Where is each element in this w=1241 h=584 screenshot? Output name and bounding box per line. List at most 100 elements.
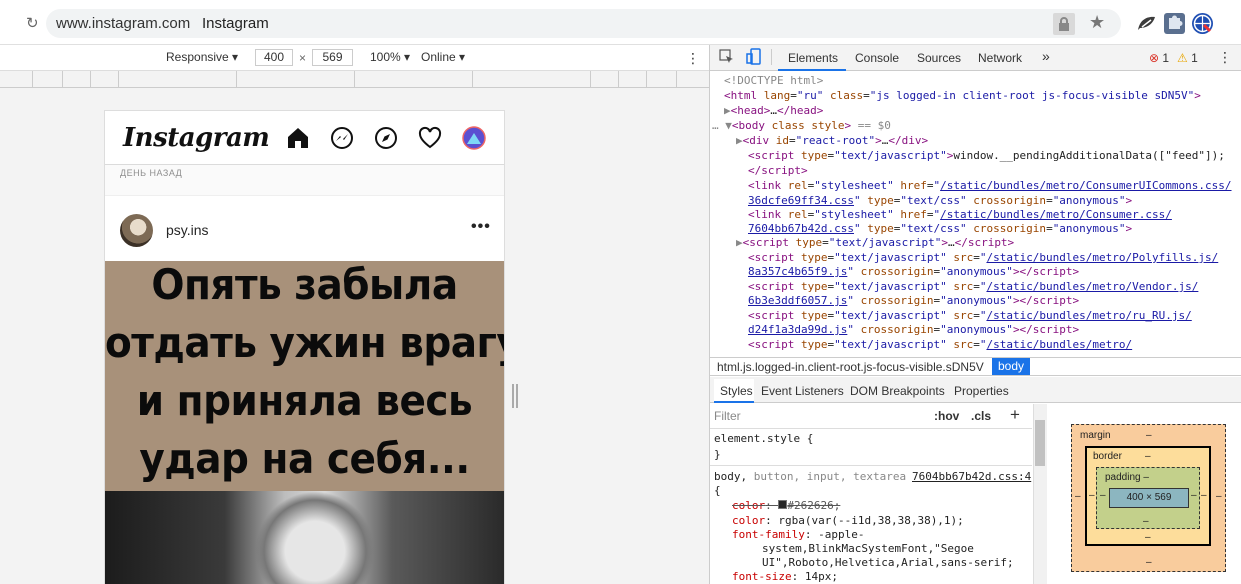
filter-input[interactable]: Filter	[714, 409, 741, 423]
padding-label: padding –	[1105, 472, 1149, 483]
css-value[interactable]: UI",Roboto,Helvetica,Arial,sans-serif;	[762, 556, 1014, 570]
border-left-value: –	[1089, 490, 1095, 501]
css-property[interactable]: font-family: -apple-	[732, 528, 864, 542]
instagram-header: Instagram	[105, 111, 504, 165]
inspect-element-icon[interactable]	[719, 49, 735, 68]
css-selector[interactable]: body, button, input, textarea 7604bb67b4…	[714, 470, 1031, 484]
active-tab-indicator	[778, 69, 846, 71]
device-toolbar-more-icon[interactable]: ⋮	[686, 50, 700, 67]
script-node[interactable]: <script type="text/javascript" src="/sta…	[748, 251, 1218, 266]
body-node[interactable]: … ▼<body class style> == $0	[712, 119, 891, 134]
elements-tree[interactable]: <!DOCTYPE html> <html lang="ru" class="j…	[710, 72, 1241, 356]
script-node[interactable]: <script type="text/javascript" src="/sta…	[748, 309, 1192, 324]
profile-avatar-icon[interactable]	[461, 125, 487, 151]
css-property[interactable]: font-size: 14px;	[732, 570, 838, 584]
border-bottom-value: –	[1145, 532, 1151, 543]
page-title: Instagram	[202, 15, 269, 32]
breadcrumb-html[interactable]: html.js.logged-in.client-root.js-focus-v…	[717, 360, 984, 374]
margin-bottom-value: –	[1146, 557, 1152, 568]
tab-sources[interactable]: Sources	[917, 51, 961, 65]
tab-dom-breakpoints[interactable]: DOM Breakpoints	[850, 384, 945, 398]
border-top-value: –	[1145, 451, 1151, 462]
script-node[interactable]: <script type="text/javascript">window.__…	[748, 149, 1225, 164]
margin-right-value: –	[1216, 491, 1222, 502]
box-model-content[interactable]: 400 × 569	[1109, 488, 1189, 508]
post-image[interactable]: Опять забыла отдать ужин врагу и приняла…	[105, 261, 504, 491]
styles-filter-bar: Filter :hov .cls +	[710, 404, 1032, 429]
css-property[interactable]: color: rgba(var(--i1d,38,38,38),1);	[732, 514, 964, 528]
css-value[interactable]: system,BlinkMacSystemFont,"Segoe	[762, 542, 974, 556]
rule-open: {	[714, 484, 721, 497]
css-property[interactable]: color: #262626;	[732, 499, 840, 513]
padding-left-value: –	[1100, 490, 1106, 501]
device-width-input[interactable]: 400	[255, 49, 293, 66]
reload-icon[interactable]: ↻	[26, 14, 39, 32]
tab-event-listeners[interactable]: Event Listeners	[761, 384, 844, 398]
link-node[interactable]: <link rel="stylesheet" href="/static/bun…	[748, 208, 1172, 223]
breadcrumb-body[interactable]: body	[992, 358, 1031, 375]
resize-handle[interactable]	[512, 384, 518, 408]
bookmark-star-icon[interactable]: ★	[1089, 12, 1105, 33]
script-node[interactable]: ▶<script type="text/javascript">…</scrip…	[736, 236, 1014, 251]
meme-text-line: удар на себя...	[139, 435, 470, 484]
post-time-label: ДЕНЬ НАЗАД	[120, 168, 183, 178]
script-node[interactable]: <script type="text/javascript" src="/sta…	[748, 338, 1132, 353]
instagram-logo[interactable]: Instagram	[123, 123, 270, 153]
zoom-select[interactable]: 100% ▾	[370, 50, 410, 64]
margin-top-value: –	[1146, 430, 1152, 441]
extension-puzzle-icon[interactable]	[1164, 13, 1185, 34]
styles-pane[interactable]: element.style { } body, button, input, t…	[710, 430, 1032, 584]
dimension-separator: ×	[299, 51, 307, 65]
meme-text-line: отдать ужин врагу	[105, 319, 505, 368]
script-close[interactable]: </script>	[748, 164, 808, 179]
messenger-icon[interactable]	[329, 125, 355, 151]
tab-styles[interactable]: Styles	[720, 384, 753, 398]
post-author-avatar[interactable]	[120, 214, 153, 247]
lock-icon[interactable]	[1053, 13, 1075, 35]
hover-state-toggle[interactable]: :hov	[934, 409, 959, 423]
post-header: psy.ins •••	[105, 195, 504, 261]
device-toggle-icon[interactable]	[746, 48, 762, 69]
meme-text-line: Опять забыла	[151, 261, 458, 310]
error-count[interactable]: ⊗ 1	[1149, 51, 1169, 65]
head-node[interactable]: ▶<head>…</head>	[724, 104, 823, 119]
device-height-input[interactable]: 569	[312, 49, 353, 66]
margin-label: margin	[1080, 430, 1111, 441]
url-text[interactable]: www.instagram.com	[56, 15, 190, 32]
border-label: border	[1093, 451, 1122, 462]
home-icon[interactable]	[285, 125, 311, 151]
script-node-cont[interactable]: 8a357c4b65f9.js" crossorigin="anonymous"…	[748, 265, 1079, 280]
tab-network[interactable]: Network	[978, 51, 1022, 65]
class-toggle[interactable]: .cls	[971, 409, 991, 423]
html-node[interactable]: <html lang="ru" class="js logged-in clie…	[724, 89, 1201, 104]
warning-count[interactable]: ⚠ 1	[1177, 51, 1198, 65]
device-mode-select[interactable]: Responsive ▾	[166, 50, 238, 64]
media-query-ruler[interactable]	[0, 71, 709, 88]
tab-properties[interactable]: Properties	[954, 384, 1009, 398]
doctype-node[interactable]: <!DOCTYPE html>	[724, 74, 823, 89]
tab-elements[interactable]: Elements	[788, 51, 838, 65]
heart-icon[interactable]	[417, 125, 443, 151]
scrollbar-thumb[interactable]	[1035, 420, 1045, 466]
network-throttle-select[interactable]: Online ▾	[421, 50, 465, 64]
padding-right-value: –	[1191, 490, 1197, 501]
script-node-cont[interactable]: 6b3e3ddf6057.js" crossorigin="anonymous"…	[748, 294, 1079, 309]
tab-console[interactable]: Console	[855, 51, 899, 65]
link-node-cont[interactable]: 7604bb67b42d.css" type="text/css" crosso…	[748, 222, 1132, 237]
element-style-rule[interactable]: element.style {	[714, 432, 813, 446]
new-rule-icon[interactable]: +	[1010, 405, 1020, 425]
extension-leaf-icon[interactable]	[1136, 13, 1157, 34]
more-tabs-icon[interactable]: »	[1042, 48, 1050, 64]
device-toolbar	[0, 45, 709, 71]
post-more-icon[interactable]: •••	[471, 218, 491, 236]
link-node-cont[interactable]: 36dcfe69ff34.css" type="text/css" crosso…	[748, 194, 1132, 209]
devtools-menu-icon[interactable]: ⋮	[1218, 49, 1232, 66]
post-username[interactable]: psy.ins	[166, 222, 209, 238]
link-node[interactable]: <link rel="stylesheet" href="/static/bun…	[748, 179, 1232, 194]
script-node[interactable]: <script type="text/javascript" src="/sta…	[748, 280, 1198, 295]
explore-compass-icon[interactable]	[373, 125, 399, 151]
meme-text-line: и приняла весь	[136, 377, 473, 426]
script-node-cont[interactable]: d24f1a3da99d.js" crossorigin="anonymous"…	[748, 323, 1079, 338]
vpn-globe-icon[interactable]	[1192, 13, 1213, 34]
react-root-node[interactable]: ▶<div id="react-root">…</div>	[736, 134, 928, 149]
